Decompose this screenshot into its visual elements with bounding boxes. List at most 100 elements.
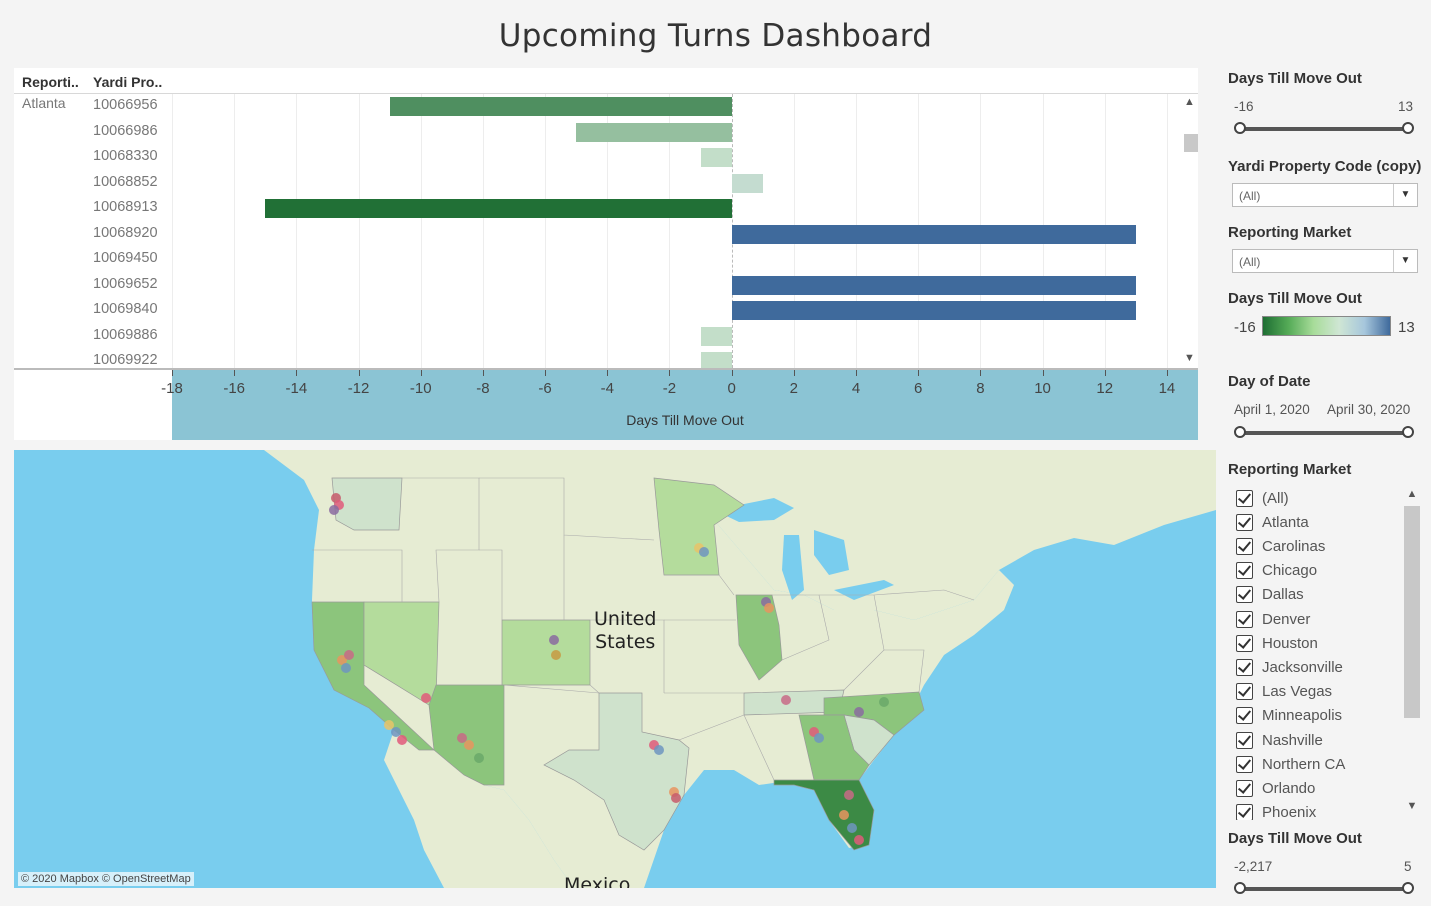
x-tick-label: -8	[476, 380, 490, 397]
x-tick-mark	[607, 370, 609, 376]
row-property-code[interactable]: 10069886	[93, 327, 158, 343]
bar-10068852[interactable]	[731, 173, 763, 193]
scroll-thumb[interactable]	[1184, 134, 1198, 152]
column-header-market[interactable]: Reporti..	[22, 74, 79, 90]
checkbox-checked-icon[interactable]	[1236, 610, 1253, 628]
scroll-down-icon[interactable]: ▼	[1181, 352, 1198, 366]
property-code-dropdown[interactable]: (All) ▼	[1232, 183, 1418, 207]
slider2-max-handle[interactable]	[1402, 882, 1414, 894]
checkbox-checked-icon[interactable]	[1236, 804, 1253, 820]
checkbox-checked-icon[interactable]	[1236, 489, 1253, 507]
checkbox-checked-icon[interactable]	[1236, 779, 1253, 797]
row-property-code[interactable]: 10068920	[93, 225, 158, 241]
bar-10068330[interactable]	[700, 148, 732, 167]
market-checkbox-item[interactable]: Houston	[1236, 632, 1318, 654]
scroll-up-icon[interactable]: ▲	[1181, 96, 1198, 110]
checkbox-checked-icon[interactable]	[1236, 513, 1253, 531]
x-tick-mark	[172, 370, 173, 376]
checkbox-checked-icon[interactable]	[1236, 755, 1253, 773]
checkbox-checked-icon[interactable]	[1236, 683, 1253, 701]
scroll-down-icon[interactable]: ▼	[1404, 800, 1420, 814]
bar-10068913[interactable]	[265, 199, 732, 218]
column-header-property-code[interactable]: Yardi Pro..	[93, 74, 162, 90]
bar-10069840[interactable]	[731, 301, 1136, 320]
chart-vertical-scrollbar[interactable]: ▲ ▼	[1181, 94, 1198, 370]
x-tick-mark	[793, 370, 795, 376]
bar-10066956[interactable]	[389, 97, 732, 116]
x-tick-label: -14	[285, 380, 308, 397]
checkbox-checked-icon[interactable]	[1236, 634, 1253, 652]
checkbox-checked-icon[interactable]	[1236, 537, 1253, 555]
map-panel[interactable]: United States Mexico © 2020 Mapbox © Ope…	[14, 450, 1216, 888]
x-tick-label: -4	[600, 380, 614, 397]
market-checkbox-item[interactable]: Atlanta	[1236, 511, 1309, 533]
bar-10068920[interactable]	[731, 224, 1136, 244]
bar-10069886[interactable]	[700, 326, 732, 346]
bar-10066986[interactable]	[576, 122, 732, 142]
market-dropdown-title: Reporting Market	[1228, 224, 1352, 241]
row-property-code[interactable]: 10069840	[93, 301, 158, 317]
date-slider-max-handle[interactable]	[1402, 426, 1414, 438]
market-list-scroll-thumb[interactable]	[1404, 506, 1420, 718]
market-checkbox-list[interactable]: (All) Atlanta Carolinas Chicago Dallas Denver…	[1232, 486, 1422, 820]
market-checkbox-item[interactable]: Northern CA	[1236, 753, 1345, 775]
days-filter2-slider[interactable]	[1234, 882, 1414, 894]
market-checkbox-item[interactable]: Orlando	[1236, 777, 1315, 799]
checkbox-checked-icon[interactable]	[1236, 586, 1253, 604]
row-property-code[interactable]: 10066986	[93, 123, 158, 139]
market-checkbox-item[interactable]: Las Vegas	[1236, 681, 1332, 703]
property-code-title: Yardi Property Code (copy)	[1228, 158, 1422, 175]
scroll-up-icon[interactable]: ▲	[1404, 488, 1420, 502]
row-property-code[interactable]: 10069922	[93, 352, 158, 368]
market-checkbox-item[interactable]: Phoenix	[1236, 802, 1316, 820]
property-code-value: (All)	[1239, 189, 1261, 203]
row-property-code[interactable]: 10069450	[93, 250, 158, 266]
market-dropdown[interactable]: (All) ▼	[1232, 249, 1418, 273]
checkbox-checked-icon[interactable]	[1236, 658, 1253, 676]
bar-chart-panel: Reporti.. Yardi Pro.. Atlanta 10066956 10…	[14, 68, 1198, 440]
x-tick-mark	[918, 370, 920, 376]
x-tick-label: 10	[1034, 380, 1051, 397]
market-checkbox-item[interactable]: Jacksonville	[1236, 656, 1343, 678]
x-tick-mark	[482, 370, 484, 376]
date-filter-start: April 1, 2020	[1234, 402, 1310, 417]
row-property-code[interactable]: 10069652	[93, 276, 158, 292]
slider-min-handle[interactable]	[1234, 122, 1246, 134]
market-checkbox-item[interactable]: Minneapolis	[1236, 705, 1342, 727]
days-legend-max: 13	[1398, 319, 1415, 336]
date-filter-end: April 30, 2020	[1327, 402, 1411, 417]
map-label-line2: States	[595, 631, 656, 653]
market-checkbox-item[interactable]: (All)	[1236, 487, 1289, 509]
state-colorado[interactable]	[501, 619, 591, 686]
slider-max-handle[interactable]	[1402, 122, 1414, 134]
row-property-code[interactable]: 10068852	[93, 174, 158, 190]
chevron-down-icon[interactable]: ▼	[1393, 184, 1417, 206]
checkbox-checked-icon[interactable]	[1236, 707, 1253, 725]
row-property-code[interactable]: 10068913	[93, 199, 158, 215]
market-checkbox-item[interactable]: Dallas	[1236, 584, 1304, 606]
row-property-code[interactable]: 10068330	[93, 148, 158, 164]
x-tick-label: -18	[161, 380, 183, 397]
map-label-mexico: Mexico	[564, 874, 631, 888]
x-tick-mark	[731, 370, 733, 376]
map-credit[interactable]: © 2020 Mapbox © OpenStreetMap	[18, 872, 194, 886]
date-filter-slider[interactable]	[1234, 426, 1414, 438]
days-filter-slider[interactable]	[1234, 122, 1414, 134]
market-checkbox-item[interactable]: Denver	[1236, 608, 1310, 630]
date-slider-min-handle[interactable]	[1234, 426, 1246, 438]
row-property-code[interactable]: 10066956	[93, 97, 158, 113]
market-checkbox-item[interactable]: Chicago	[1236, 560, 1317, 582]
bar-plot-area[interactable]	[172, 94, 1198, 371]
market-list-scrollbar[interactable]: ▲ ▼	[1404, 486, 1420, 820]
bar-10069652[interactable]	[731, 275, 1136, 295]
days-filter-title: Days Till Move Out	[1228, 70, 1362, 87]
chevron-down-icon[interactable]: ▼	[1393, 250, 1417, 272]
checkbox-checked-icon[interactable]	[1236, 562, 1253, 580]
market-checkbox-item[interactable]: Carolinas	[1236, 535, 1325, 557]
market-checkbox-item[interactable]: Nashville	[1236, 729, 1323, 751]
us-map[interactable]	[14, 450, 1216, 888]
map-label-united-states: United States	[594, 608, 656, 654]
checkbox-checked-icon[interactable]	[1236, 731, 1253, 749]
slider2-min-handle[interactable]	[1234, 882, 1246, 894]
x-tick-label: 8	[976, 380, 985, 397]
